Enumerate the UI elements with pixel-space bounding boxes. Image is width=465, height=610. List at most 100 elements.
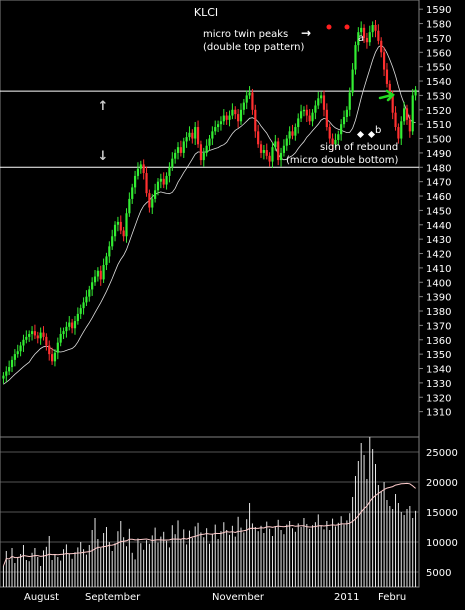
- candle-body: [322, 95, 326, 110]
- price-tick-label: 1490: [426, 149, 451, 160]
- candle-body: [268, 155, 271, 162]
- candle-body: [282, 145, 286, 153]
- price-tick-label: 1520: [426, 106, 451, 117]
- twin-peaks-text-line2: (double top pattern): [203, 42, 304, 53]
- price-tick-label: 1390: [426, 293, 451, 304]
- klci-chart: 1310 1320 1330 1340 1350 1360 1370 1380 1390 1400…: [0, 0, 458, 603]
- price-tick-label: 1440: [426, 221, 451, 232]
- candle-body: [245, 95, 248, 103]
- candle-body: [380, 40, 383, 53]
- price-tick-label: 1570: [426, 34, 451, 45]
- candle-body: [53, 352, 57, 362]
- candle-body: [182, 141, 185, 153]
- candle-body: [199, 144, 203, 161]
- candle-body: [294, 127, 297, 136]
- candle-body: [71, 322, 74, 329]
- candle-body: [8, 367, 11, 372]
- candle-body: [36, 335, 39, 339]
- candle-body: [19, 345, 22, 352]
- price-tick-label: 1590: [426, 5, 451, 16]
- candle-body: [188, 132, 191, 138]
- candle-body: [328, 127, 331, 139]
- candle-body: [397, 127, 400, 139]
- price-tick-label: 1330: [426, 379, 451, 390]
- candle-body: [191, 132, 194, 139]
- candle-body: [16, 351, 19, 355]
- candle-body: [154, 190, 157, 199]
- candle-body: [277, 141, 280, 161]
- candle-body: [133, 175, 137, 188]
- candle-body: [208, 138, 211, 146]
- candle-body: [403, 108, 406, 122]
- candle-body: [371, 24, 374, 33]
- candle-body: [360, 27, 363, 33]
- candle-body: [254, 109, 257, 132]
- candle-body: [171, 158, 174, 168]
- candle-body: [13, 354, 16, 360]
- month-label-november: November: [212, 592, 265, 603]
- price-tick-label: 1510: [426, 120, 451, 131]
- candle-body: [108, 246, 111, 257]
- candle-body: [351, 69, 354, 93]
- price-candles: [2, 19, 417, 384]
- candle-body: [400, 121, 403, 139]
- candle-body: [271, 147, 274, 162]
- chart-frame: 1310 1320 1330 1340 1350 1360 1370 1380 1390 1400…: [0, 0, 465, 606]
- candle-body: [91, 282, 94, 290]
- candle-body: [311, 112, 314, 122]
- rebound-text-line2: (micro double bottom): [286, 155, 399, 166]
- candle-body: [242, 102, 245, 110]
- candle-body: [305, 109, 308, 116]
- price-tick-label: 1380: [426, 307, 451, 318]
- candle-body: [185, 137, 188, 142]
- candle-body: [125, 213, 128, 237]
- candle-body: [179, 147, 182, 153]
- candle-body: [111, 236, 114, 247]
- rebound-arrow-icon: [378, 89, 395, 102]
- price-moving-average: [3, 44, 416, 385]
- price-tick-label: 1370: [426, 321, 451, 332]
- candle-body: [248, 92, 251, 96]
- rebound-text-line1: sign of rebound: [320, 142, 398, 153]
- candle-body: [136, 168, 140, 176]
- candle-body: [93, 276, 97, 283]
- candle-body: [202, 152, 205, 161]
- candle-body: [342, 116, 346, 125]
- candle-body: [222, 115, 225, 122]
- candle-body: [156, 181, 160, 191]
- candle-body: [162, 178, 165, 185]
- candle-body: [148, 193, 151, 208]
- candle-body: [30, 331, 34, 335]
- candle-body: [5, 371, 8, 376]
- candle-body: [394, 112, 397, 128]
- candle-body: [116, 221, 120, 225]
- candle-body: [302, 109, 306, 112]
- candle-body: [214, 127, 217, 132]
- candle-body: [205, 145, 208, 153]
- candle-body: [408, 119, 411, 132]
- volume-tick-label: 5000: [426, 568, 451, 579]
- candle-body: [317, 98, 320, 106]
- twin-peaks-text-line1: micro twin peaks: [203, 29, 288, 40]
- candle-body: [291, 131, 294, 136]
- candle-body: [259, 144, 263, 153]
- candle-body: [405, 108, 409, 120]
- price-axis: 1310 1320 1330 1340 1350 1360 1370 1380 1390 1400…: [419, 5, 451, 419]
- candle-body: [48, 345, 51, 355]
- price-tick-label: 1400: [426, 278, 451, 289]
- candle-body: [105, 256, 108, 266]
- candle-body: [411, 95, 414, 132]
- candle-body: [50, 354, 54, 362]
- candle-body: [82, 302, 85, 309]
- candle-body: [59, 334, 62, 343]
- price-tick-label: 1420: [426, 250, 451, 261]
- candle-body: [348, 92, 351, 110]
- candle-body: [299, 111, 303, 119]
- volume-tick-label: 25000: [426, 448, 458, 459]
- volume-axis: 5000 10000 15000 20000 25000: [426, 448, 458, 579]
- candle-body: [228, 115, 231, 120]
- chart-title: KLCI: [194, 6, 218, 19]
- candle-body: [194, 127, 197, 139]
- candle-body: [128, 198, 131, 214]
- volume-tick-label: 10000: [426, 538, 458, 549]
